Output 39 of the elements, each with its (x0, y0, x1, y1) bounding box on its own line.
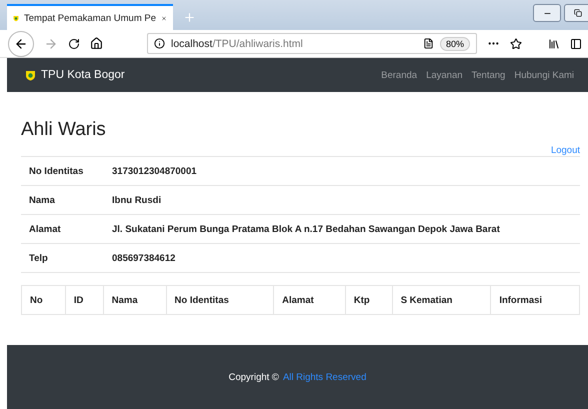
home-icon[interactable] (90, 37, 103, 50)
restore-icon (574, 9, 582, 17)
zoom-level[interactable]: 80% (440, 36, 470, 50)
sidebar-icon[interactable] (570, 38, 582, 50)
logout-link[interactable]: Logout (21, 145, 580, 156)
nav-link[interactable]: Tentang (472, 70, 506, 80)
column-header: Nama (102, 286, 166, 314)
column-header: Ktp (344, 286, 392, 314)
rights-link[interactable]: All Rights Reserved (282, 372, 366, 382)
column-header: ID (64, 286, 103, 314)
page-heading: Ahli Waris (21, 119, 107, 141)
column-header: No Identitas (166, 286, 274, 314)
library-icon[interactable] (548, 38, 560, 50)
field-label: Alamat (28, 224, 62, 234)
browser-tab[interactable]: Tempat Pemakaman Umum Pe (7, 4, 173, 30)
field-value: Jl. Sukatani Perum Bunga Pratama Blok A n.17 Bedahan Sawangan Depok Jawa Barat (112, 224, 500, 234)
field-value: Ibnu Rusdi (112, 194, 162, 206)
reload-icon[interactable] (68, 38, 80, 50)
back-button[interactable] (8, 30, 34, 56)
bookmark-star-icon[interactable] (510, 38, 522, 50)
shield-logo-icon (25, 70, 36, 80)
copyright-text: Copyright © (228, 372, 279, 382)
column-header: Informasi (490, 286, 579, 314)
nav-link[interactable]: Beranda (381, 70, 418, 80)
address-bar[interactable]: localhost/TPU/ahliwaris.html 80% (147, 33, 477, 54)
field-value: 3173012304870001 (112, 166, 197, 176)
column-header: No (29, 294, 44, 308)
navbar-brand[interactable]: TPU Kota Bogor (25, 69, 125, 81)
field-label: Nama (28, 194, 56, 206)
field-label: No Identitas (28, 166, 84, 176)
field-label: Telp (28, 252, 49, 264)
nav-link[interactable]: Hubungi Kami (514, 70, 574, 80)
column-header: Alamat (273, 286, 345, 314)
reader-view-icon[interactable] (422, 38, 434, 49)
field-value: 085697384612 (112, 252, 176, 264)
restore-button[interactable] (564, 4, 588, 22)
column-header: S Kematian (392, 286, 490, 314)
nav-link[interactable]: Layanan (426, 70, 463, 80)
info-icon (154, 38, 165, 49)
